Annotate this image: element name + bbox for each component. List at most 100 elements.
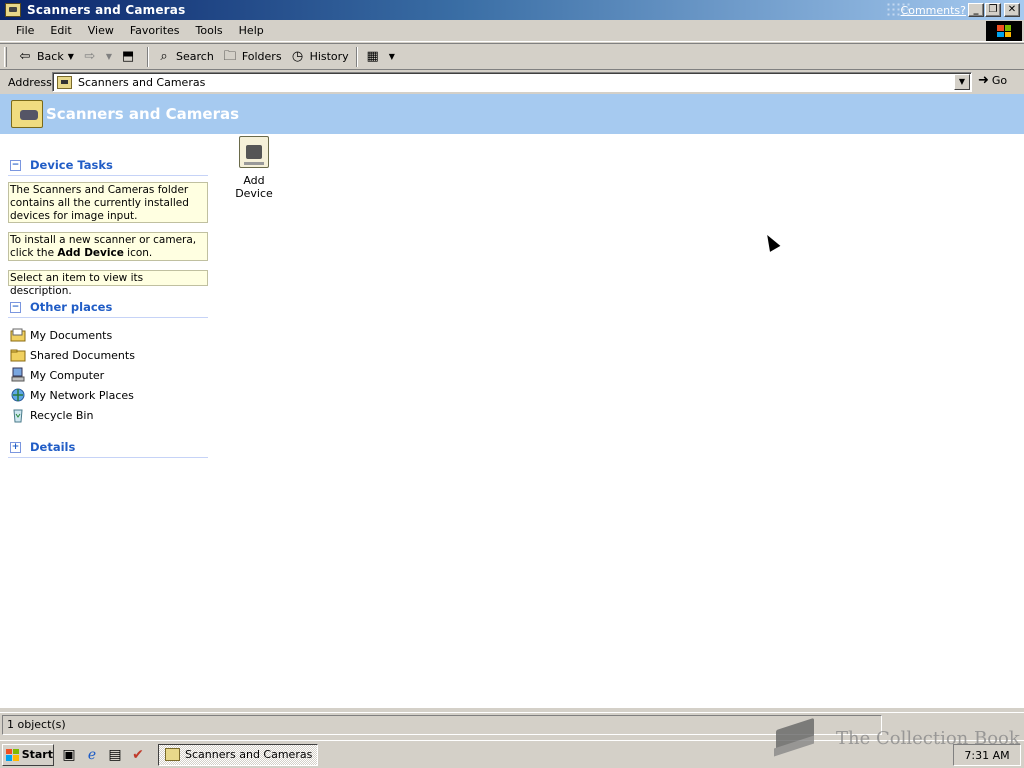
search-label: Search bbox=[176, 50, 214, 63]
show-desktop-icon[interactable]: ▣ bbox=[60, 746, 78, 764]
section-divider bbox=[8, 317, 208, 318]
back-arrow-icon: ⇦ bbox=[19, 48, 31, 64]
section-divider bbox=[8, 457, 208, 458]
quick-launch: ▣ ℯ ▤ ✔ bbox=[60, 746, 152, 764]
folders-icon: 🗀 bbox=[223, 48, 237, 64]
address-value[interactable]: Scanners and Cameras bbox=[78, 76, 205, 89]
install-note: To install a new scanner or camera, clic… bbox=[8, 232, 208, 261]
device-tasks-heading[interactable]: Device Tasks bbox=[30, 158, 113, 172]
comments-link-label[interactable]: Comments? bbox=[901, 4, 966, 17]
place-recycle-bin[interactable]: Recycle Bin bbox=[10, 407, 93, 423]
search-button[interactable]: ⌕ Search bbox=[152, 46, 218, 68]
comments-link[interactable]: Comments? bbox=[886, 0, 966, 20]
window-title: Scanners and Cameras bbox=[27, 3, 186, 17]
back-button[interactable]: ⇦ Back ▼ bbox=[13, 46, 78, 68]
install-note-bold: Add Device bbox=[57, 247, 124, 259]
history-label: History bbox=[309, 50, 349, 63]
views-button[interactable]: ▦ ▼ bbox=[361, 46, 399, 68]
menu-tools[interactable]: Tools bbox=[188, 24, 231, 37]
title-bar: Scanners and Cameras Comments? _ ❐ ✕ bbox=[0, 0, 1024, 20]
install-note-suffix: icon. bbox=[123, 247, 153, 259]
start-button[interactable]: Start bbox=[2, 743, 54, 766]
search-icon: ⌕ bbox=[160, 48, 168, 64]
forward-button[interactable]: ⇨ ▼ bbox=[78, 46, 116, 68]
place-label[interactable]: My Computer bbox=[30, 369, 104, 382]
address-bar: Address Scanners and Cameras ▼ ➜ Go bbox=[0, 71, 1024, 93]
folders-button[interactable]: 🗀 Folders bbox=[218, 46, 286, 68]
place-label[interactable]: Shared Documents bbox=[30, 349, 135, 362]
back-label: Back bbox=[37, 50, 64, 63]
up-folder-button[interactable]: ⬒ bbox=[116, 46, 144, 68]
details-heading[interactable]: Details bbox=[30, 440, 75, 454]
folders-label: Folders bbox=[241, 50, 282, 63]
collapse-icon[interactable]: − bbox=[10, 159, 21, 171]
go-button[interactable]: ➜ Go bbox=[978, 73, 1007, 88]
go-label: Go bbox=[991, 74, 1008, 87]
views-dropdown-icon[interactable]: ▼ bbox=[389, 52, 395, 61]
status-text: 1 object(s) bbox=[2, 714, 882, 735]
section-divider bbox=[8, 175, 208, 176]
taskbar-button-label: Scanners and Cameras bbox=[185, 748, 313, 761]
folder-camera-icon bbox=[5, 3, 21, 17]
windows-logo-icon bbox=[986, 21, 1022, 41]
internet-explorer-icon[interactable]: ℯ bbox=[83, 746, 101, 764]
menu-favorites[interactable]: Favorites bbox=[122, 24, 188, 37]
explorer-icon[interactable]: ▤ bbox=[106, 746, 124, 764]
toolbar-separator bbox=[147, 46, 150, 67]
start-label: Start bbox=[21, 748, 53, 761]
my-documents-icon bbox=[10, 327, 26, 343]
other-places-header[interactable]: − Other places bbox=[10, 300, 208, 314]
add-device-label[interactable]: Add Device bbox=[235, 174, 273, 200]
folder-camera-icon bbox=[57, 75, 72, 89]
task-pane: − Device Tasks The Scanners and Cameras … bbox=[0, 134, 214, 708]
views-icon: ▦ bbox=[366, 48, 379, 64]
history-icon: ◷ bbox=[291, 48, 304, 64]
other-places-heading[interactable]: Other places bbox=[30, 300, 112, 314]
history-button[interactable]: ◷ History bbox=[286, 46, 353, 68]
device-tasks-header[interactable]: − Device Tasks bbox=[10, 158, 208, 172]
details-header[interactable]: + Details bbox=[10, 440, 208, 454]
place-my-documents[interactable]: My Documents bbox=[10, 327, 112, 343]
menu-view[interactable]: View bbox=[80, 24, 122, 37]
add-device-icon[interactable] bbox=[239, 136, 269, 168]
place-shared-documents[interactable]: Shared Documents bbox=[10, 347, 135, 363]
description-note: The Scanners and Cameras folder contains… bbox=[8, 182, 208, 223]
address-input[interactable]: Scanners and Cameras ▼ bbox=[52, 72, 972, 92]
media-player-icon[interactable]: ✔ bbox=[129, 746, 147, 764]
add-device-item[interactable]: Add Device bbox=[226, 136, 282, 200]
minimize-button[interactable]: _ bbox=[968, 3, 984, 17]
forward-arrow-icon: ⇨ bbox=[84, 48, 96, 64]
network-globe-icon bbox=[10, 387, 26, 403]
address-label: Address bbox=[8, 75, 52, 89]
watermark: The Collection Book bbox=[772, 718, 1020, 758]
menu-file[interactable]: File bbox=[8, 24, 42, 37]
taskbar-button-scanners[interactable]: Scanners and Cameras bbox=[158, 743, 318, 766]
place-label[interactable]: Recycle Bin bbox=[30, 409, 93, 422]
windows-flag-icon bbox=[6, 748, 19, 761]
collapse-icon[interactable]: − bbox=[10, 301, 21, 313]
standard-toolbar: ⇦ Back ▼ ⇨ ▼ ⬒ ⌕ Search 🗀 Folders ◷ Hist… bbox=[0, 43, 1024, 70]
watermark-text: The Collection Book bbox=[836, 727, 1020, 749]
place-label[interactable]: My Documents bbox=[30, 329, 112, 342]
back-dropdown-icon[interactable]: ▼ bbox=[68, 52, 74, 61]
forward-dropdown-icon[interactable]: ▼ bbox=[106, 52, 112, 61]
shared-folder-icon bbox=[10, 347, 26, 363]
close-button[interactable]: ✕ bbox=[1004, 3, 1020, 17]
place-my-network-places[interactable]: My Network Places bbox=[10, 387, 134, 403]
go-arrow-icon: ➜ bbox=[978, 73, 989, 88]
toolbar-grip[interactable] bbox=[4, 46, 7, 67]
banner-title: Scanners and Cameras bbox=[46, 105, 240, 123]
menu-edit[interactable]: Edit bbox=[42, 24, 79, 37]
folder-camera-icon bbox=[11, 100, 43, 128]
menu-help[interactable]: Help bbox=[231, 24, 272, 37]
my-computer-icon bbox=[10, 367, 26, 383]
place-label[interactable]: My Network Places bbox=[30, 389, 134, 402]
items-view[interactable]: Add Device bbox=[214, 134, 1024, 708]
up-folder-icon: ⬒ bbox=[121, 48, 135, 64]
restore-button[interactable]: ❐ bbox=[985, 3, 1001, 17]
expand-icon[interactable]: + bbox=[10, 441, 21, 453]
folder-banner: Scanners and Cameras bbox=[0, 94, 1024, 134]
select-note: Select an item to view its description. bbox=[8, 270, 208, 297]
address-dropdown-icon[interactable]: ▼ bbox=[954, 74, 970, 90]
place-my-computer[interactable]: My Computer bbox=[10, 367, 104, 383]
